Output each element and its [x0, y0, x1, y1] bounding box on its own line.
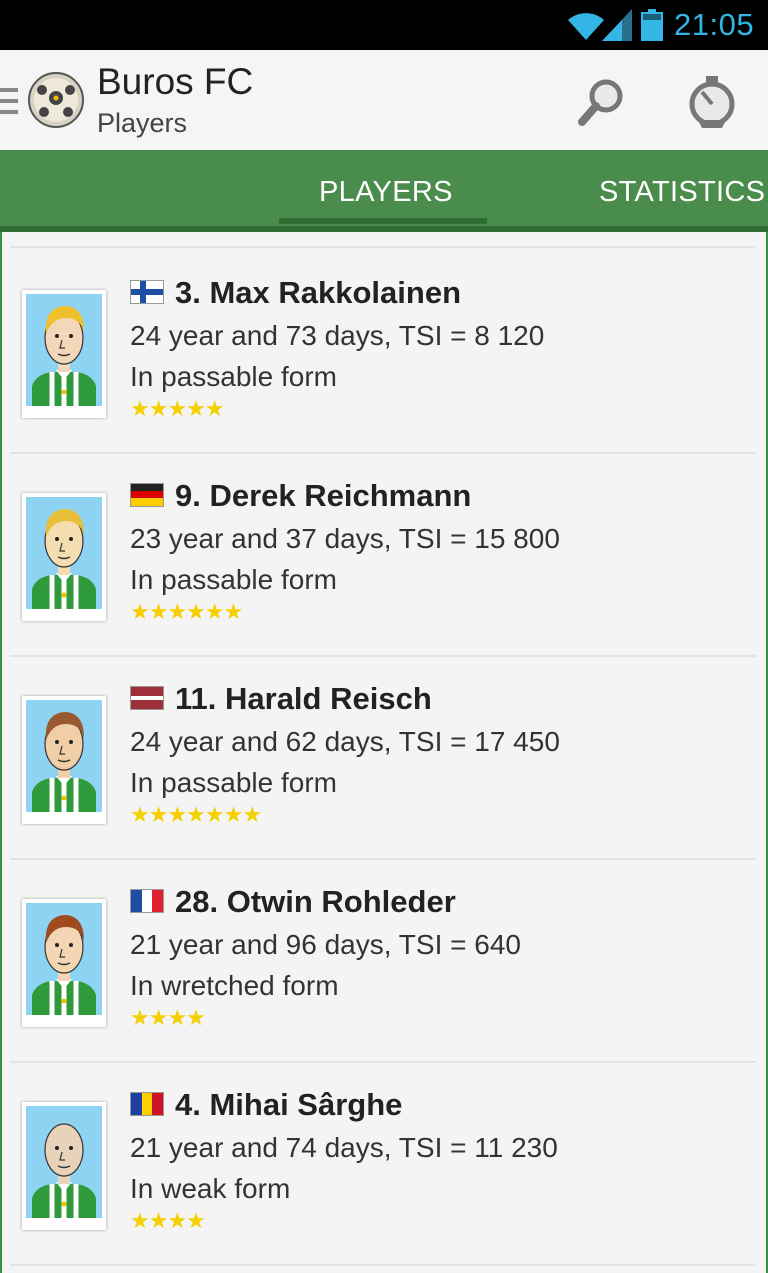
tab-players[interactable]: PLAYERS [319, 174, 453, 210]
player-stars: ★★★★ [130, 1005, 206, 1030]
wifi-icon [568, 13, 604, 40]
player-form: In passable form [130, 361, 337, 392]
player-avatar [22, 899, 106, 1027]
player-name: 11. Harald Reisch [175, 681, 432, 716]
player-form: In weak form [130, 1173, 291, 1204]
player-stars: ★★★★★★ [130, 599, 243, 624]
player-name: 3. Max Rakkolainen [175, 275, 462, 310]
player-avatar [22, 1102, 106, 1230]
list-divider [10, 246, 756, 248]
app-title: Buros FC [97, 61, 254, 102]
player-name: 9. Derek Reichmann [175, 478, 472, 513]
player-stars: ★★★★ [130, 1208, 206, 1233]
player-avatar [22, 290, 106, 418]
tab-statistics[interactable]: STATISTICS [599, 174, 765, 210]
list-divider [10, 1061, 756, 1063]
flag-icon [130, 889, 164, 913]
player-age-tsi: 24 year and 62 days, TSI = 17 450 [130, 726, 560, 757]
list-divider [10, 452, 756, 454]
search-icon[interactable] [572, 72, 632, 132]
flag-icon [130, 483, 164, 507]
player-stars: ★★★★★★★ [130, 802, 262, 827]
flag-icon [130, 1092, 164, 1116]
player-avatar [22, 696, 106, 824]
player-age-tsi: 24 year and 73 days, TSI = 8 120 [130, 320, 545, 351]
player-name: 28. Otwin Rohleder [175, 884, 456, 919]
list-divider [10, 1264, 756, 1266]
football-icon[interactable] [28, 69, 84, 129]
player-stars: ★★★★★ [130, 396, 225, 421]
player-age-tsi: 21 year and 96 days, TSI = 640 [130, 929, 521, 960]
player-form: In passable form [130, 564, 337, 595]
flag-icon [130, 686, 164, 710]
list-divider [10, 858, 756, 860]
list-divider [10, 655, 756, 657]
drawer-menu-icon[interactable] [0, 86, 20, 116]
status-bar: 21:05 [0, 0, 768, 50]
clock: 21:05 [674, 7, 755, 42]
signal-icon [602, 9, 632, 41]
app-subtitle: Players [97, 108, 188, 138]
player-age-tsi: 21 year and 74 days, TSI = 11 230 [130, 1132, 558, 1163]
stopwatch-icon[interactable] [684, 72, 740, 132]
tab-selected-indicator [279, 218, 487, 224]
player-age-tsi: 23 year and 37 days, TSI = 15 800 [130, 523, 560, 554]
player-form: In passable form [130, 767, 337, 798]
player-name: 4. Mihai Sârghe [175, 1087, 403, 1122]
flag-icon [130, 280, 164, 304]
player-avatar [22, 493, 106, 621]
battery-icon [641, 9, 663, 41]
player-form: In wretched form [130, 970, 339, 1001]
